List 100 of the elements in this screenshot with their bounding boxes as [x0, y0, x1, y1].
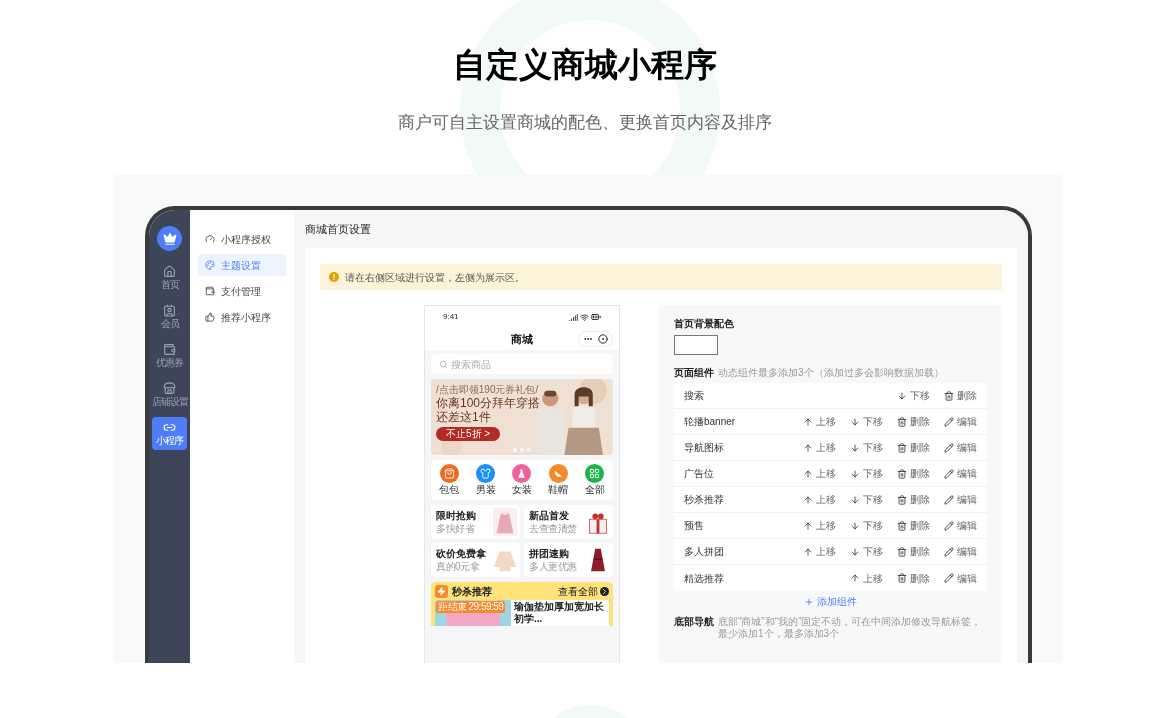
- chevron-icon: [600, 586, 609, 596]
- move-up-button[interactable]: 上移: [803, 440, 836, 455]
- edit-button[interactable]: 编辑: [944, 544, 977, 559]
- rail-item[interactable]: 会员: [152, 300, 187, 333]
- delete-button[interactable]: 删除: [897, 414, 930, 429]
- promo-subtitle: 真的0元拿: [436, 560, 481, 573]
- menu-item[interactable]: 推荐小程序: [198, 306, 286, 328]
- store-icon: [163, 382, 176, 395]
- arrow-up-icon: [850, 573, 860, 583]
- arrow-up-icon: [803, 494, 813, 505]
- trash-icon: [897, 546, 907, 557]
- component-name: 导航图标: [684, 441, 724, 455]
- phone-title: 商城: [511, 331, 533, 347]
- color-swatch[interactable]: [674, 335, 718, 355]
- promo-card[interactable]: 砍价免费拿 真的0元拿: [431, 543, 520, 577]
- arrow-up-icon: [803, 416, 813, 427]
- category-item[interactable]: 包包: [439, 464, 460, 496]
- trash-icon: [897, 494, 907, 505]
- wallet-icon: [163, 343, 176, 356]
- category-item[interactable]: 鞋帽: [548, 464, 569, 496]
- move-down-button[interactable]: 下移: [850, 440, 883, 455]
- move-down-button[interactable]: 下移: [850, 414, 883, 429]
- page-title: 自定义商城小程序: [453, 45, 717, 85]
- category-item[interactable]: 女装: [511, 464, 532, 496]
- house-icon: [163, 265, 176, 278]
- contact-card-icon: [163, 304, 176, 317]
- category-item[interactable]: 男装: [475, 464, 496, 496]
- product-row[interactable]: 距结束 29:59:59 瑜伽垫加厚加宽加长初学...: [435, 600, 609, 626]
- move-up-button[interactable]: 上移: [803, 544, 836, 559]
- link-icon: [163, 421, 176, 434]
- rail-item[interactable]: 小程序: [152, 417, 187, 450]
- delete-button[interactable]: 删除: [897, 466, 930, 481]
- pencil-icon: [944, 520, 954, 531]
- move-down-button[interactable]: 下移: [850, 518, 883, 533]
- component-name: 广告位: [684, 467, 714, 481]
- section-label: 页面组件: [674, 366, 714, 380]
- move-down-button[interactable]: 下移: [850, 466, 883, 481]
- delete-button[interactable]: 删除: [944, 388, 977, 403]
- pencil-icon: [944, 494, 954, 505]
- promo-card[interactable]: 新品首发 去查查清楚: [524, 505, 613, 539]
- add-component-link[interactable]: 添加组件: [804, 594, 857, 609]
- edit-button[interactable]: 编辑: [944, 518, 977, 533]
- pencil-icon: [944, 442, 954, 453]
- move-up-button[interactable]: 上移: [803, 414, 836, 429]
- promo-subtitle: 多快好省: [436, 522, 476, 535]
- delete-button[interactable]: 删除: [897, 440, 930, 455]
- arrow-down-icon: [850, 494, 860, 505]
- edit-button[interactable]: 编辑: [944, 414, 977, 429]
- promo-card[interactable]: 拼团速购 多人更优惠: [524, 543, 613, 577]
- edit-button[interactable]: 编辑: [944, 492, 977, 507]
- menu-item[interactable]: 主题设置: [198, 254, 286, 276]
- page-subtitle: 商户可自主设置商城的配色、更换首页内容及排序: [398, 112, 772, 134]
- move-up-button[interactable]: 上移: [850, 570, 883, 586]
- section-label: 底部导航: [674, 615, 714, 629]
- category-item[interactable]: 全部: [584, 464, 605, 496]
- banner-tag: /点击即领190元券礼包/: [436, 384, 539, 396]
- delete-button[interactable]: 删除: [897, 518, 930, 533]
- promo-subtitle: 去查查清楚: [529, 522, 577, 535]
- rail-item[interactable]: 店铺设置: [152, 378, 187, 411]
- move-down-button[interactable]: 下移: [850, 544, 883, 559]
- view-all-link[interactable]: 查看全部: [558, 583, 609, 599]
- move-up-button[interactable]: 上移: [803, 492, 836, 507]
- pencil-icon: [944, 546, 954, 557]
- menu-item[interactable]: 小程序授权: [198, 228, 286, 250]
- edit-button[interactable]: 编辑: [944, 570, 977, 586]
- trash-icon: [897, 520, 907, 531]
- delete-button[interactable]: 删除: [897, 544, 930, 559]
- pencil-icon: [944, 468, 954, 479]
- banner-button[interactable]: 不止5折 >: [436, 427, 501, 441]
- component-name: 预售: [684, 519, 704, 533]
- move-up-button[interactable]: 上移: [803, 518, 836, 533]
- trash-icon: [897, 442, 907, 453]
- move-up-button[interactable]: 上移: [803, 466, 836, 481]
- arrow-down-icon: [850, 546, 860, 557]
- move-down-button[interactable]: 下移: [850, 492, 883, 507]
- component-name: 轮播banner: [684, 415, 736, 429]
- promo-card[interactable]: 限时抢购 多快好省: [431, 505, 520, 539]
- promo-title: 限时抢购: [436, 509, 476, 522]
- arrow-up-icon: [803, 442, 813, 453]
- warning-icon: [329, 272, 339, 282]
- banner-headline: 还差这1件: [436, 410, 491, 424]
- pencil-icon: [944, 573, 954, 583]
- crown-logo-icon: [157, 226, 182, 251]
- trash-icon: [897, 468, 907, 479]
- arrow-up-icon: [803, 468, 813, 479]
- delete-button[interactable]: 删除: [897, 492, 930, 507]
- flash-title: 秒杀推荐: [452, 584, 492, 599]
- move-down-button[interactable]: 下移: [897, 388, 930, 403]
- arrow-down-icon: [897, 390, 907, 401]
- wallet-icon: [205, 286, 215, 296]
- rail-item[interactable]: 优惠券: [152, 339, 187, 372]
- edit-button[interactable]: 编辑: [944, 466, 977, 481]
- trash-icon: [944, 390, 954, 401]
- component-name: 秒杀推荐: [684, 493, 724, 507]
- delete-button[interactable]: 删除: [897, 570, 930, 586]
- banner[interactable]: /点击即领190元券礼包/ 你离100分拜年穿搭 还差这1件 不止5折 >: [431, 379, 613, 455]
- target-icon: [598, 334, 608, 344]
- menu-item[interactable]: 支付管理: [198, 280, 286, 302]
- edit-button[interactable]: 编辑: [944, 440, 977, 455]
- rail-item[interactable]: 首页: [152, 261, 187, 294]
